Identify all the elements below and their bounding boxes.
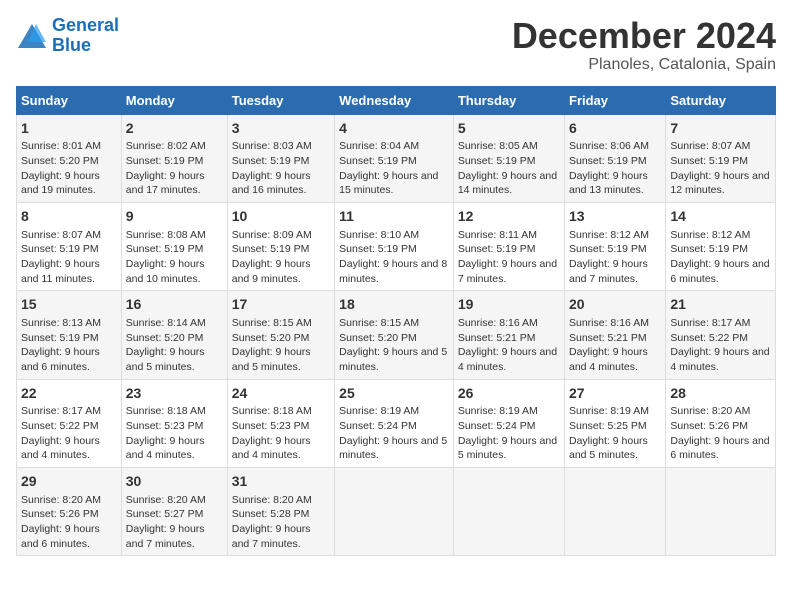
header-row: Sunday Monday Tuesday Wednesday Thursday… [17,86,776,114]
calendar-table: Sunday Monday Tuesday Wednesday Thursday… [16,86,776,557]
table-row [666,467,776,555]
table-row: 31Sunrise: 8:20 AMSunset: 5:28 PMDayligh… [227,467,334,555]
table-row: 2Sunrise: 8:02 AMSunset: 5:19 PMDaylight… [121,114,227,202]
table-row: 15Sunrise: 8:13 AMSunset: 5:19 PMDayligh… [17,291,122,379]
table-row: 16Sunrise: 8:14 AMSunset: 5:20 PMDayligh… [121,291,227,379]
table-row: 30Sunrise: 8:20 AMSunset: 5:27 PMDayligh… [121,467,227,555]
table-row: 26Sunrise: 8:19 AMSunset: 5:24 PMDayligh… [453,379,564,467]
table-row: 13Sunrise: 8:12 AMSunset: 5:19 PMDayligh… [565,202,666,290]
table-row: 22Sunrise: 8:17 AMSunset: 5:22 PMDayligh… [17,379,122,467]
col-saturday: Saturday [666,86,776,114]
week-row-4: 22Sunrise: 8:17 AMSunset: 5:22 PMDayligh… [17,379,776,467]
table-row: 19Sunrise: 8:16 AMSunset: 5:21 PMDayligh… [453,291,564,379]
table-row [335,467,454,555]
col-sunday: Sunday [17,86,122,114]
table-row: 24Sunrise: 8:18 AMSunset: 5:23 PMDayligh… [227,379,334,467]
col-friday: Friday [565,86,666,114]
page-header: General Blue December 2024 Planoles, Cat… [16,16,776,74]
table-row: 14Sunrise: 8:12 AMSunset: 5:19 PMDayligh… [666,202,776,290]
col-tuesday: Tuesday [227,86,334,114]
week-row-3: 15Sunrise: 8:13 AMSunset: 5:19 PMDayligh… [17,291,776,379]
table-row [453,467,564,555]
table-row: 18Sunrise: 8:15 AMSunset: 5:20 PMDayligh… [335,291,454,379]
table-row: 8Sunrise: 8:07 AMSunset: 5:19 PMDaylight… [17,202,122,290]
table-row: 10Sunrise: 8:09 AMSunset: 5:19 PMDayligh… [227,202,334,290]
table-row: 20Sunrise: 8:16 AMSunset: 5:21 PMDayligh… [565,291,666,379]
week-row-1: 1Sunrise: 8:01 AMSunset: 5:20 PMDaylight… [17,114,776,202]
col-thursday: Thursday [453,86,564,114]
table-row: 3Sunrise: 8:03 AMSunset: 5:19 PMDaylight… [227,114,334,202]
week-row-2: 8Sunrise: 8:07 AMSunset: 5:19 PMDaylight… [17,202,776,290]
subtitle: Planoles, Catalonia, Spain [512,56,776,74]
table-row: 1Sunrise: 8:01 AMSunset: 5:20 PMDaylight… [17,114,122,202]
table-row: 28Sunrise: 8:20 AMSunset: 5:26 PMDayligh… [666,379,776,467]
week-row-5: 29Sunrise: 8:20 AMSunset: 5:26 PMDayligh… [17,467,776,555]
logo-line1: General [52,15,119,35]
table-row: 12Sunrise: 8:11 AMSunset: 5:19 PMDayligh… [453,202,564,290]
table-row: 17Sunrise: 8:15 AMSunset: 5:20 PMDayligh… [227,291,334,379]
table-row: 9Sunrise: 8:08 AMSunset: 5:19 PMDaylight… [121,202,227,290]
table-row: 4Sunrise: 8:04 AMSunset: 5:19 PMDaylight… [335,114,454,202]
table-row: 5Sunrise: 8:05 AMSunset: 5:19 PMDaylight… [453,114,564,202]
main-title: December 2024 [512,16,776,56]
logo-icon [16,22,48,50]
table-row: 11Sunrise: 8:10 AMSunset: 5:19 PMDayligh… [335,202,454,290]
table-row: 21Sunrise: 8:17 AMSunset: 5:22 PMDayligh… [666,291,776,379]
logo-text: General Blue [52,16,119,56]
table-row: 29Sunrise: 8:20 AMSunset: 5:26 PMDayligh… [17,467,122,555]
col-monday: Monday [121,86,227,114]
table-row [565,467,666,555]
table-row: 25Sunrise: 8:19 AMSunset: 5:24 PMDayligh… [335,379,454,467]
title-block: December 2024 Planoles, Catalonia, Spain [512,16,776,74]
table-row: 6Sunrise: 8:06 AMSunset: 5:19 PMDaylight… [565,114,666,202]
col-wednesday: Wednesday [335,86,454,114]
table-row: 7Sunrise: 8:07 AMSunset: 5:19 PMDaylight… [666,114,776,202]
logo: General Blue [16,16,119,56]
logo-line2: Blue [52,35,91,55]
table-row: 23Sunrise: 8:18 AMSunset: 5:23 PMDayligh… [121,379,227,467]
table-row: 27Sunrise: 8:19 AMSunset: 5:25 PMDayligh… [565,379,666,467]
